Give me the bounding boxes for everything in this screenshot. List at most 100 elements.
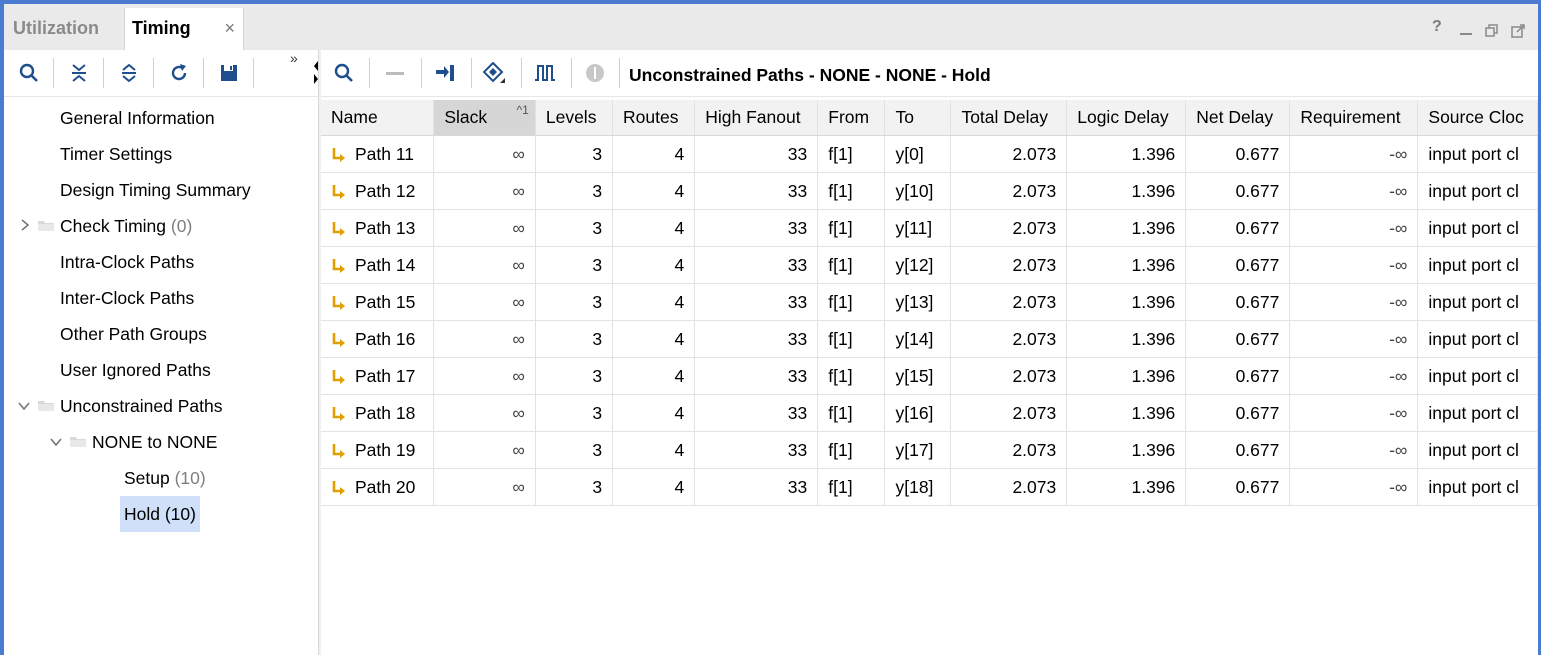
refresh-icon[interactable]: [164, 58, 194, 88]
cell-slack: ∞: [433, 394, 536, 432]
table-row[interactable]: Path 15 ∞ 3 4 33 f[1] y[13] 2.073 1.396 0.677 -∞ in…: [321, 283, 1538, 321]
cell-total-delay: 2.073: [950, 357, 1068, 395]
tree-item-user-ignored-paths[interactable]: User Ignored Paths: [60, 352, 211, 388]
table-row[interactable]: Path 13 ∞ 3 4 33 f[1] y[11] 2.073 1.396 0.677 -∞ in…: [321, 209, 1538, 247]
cell-logic-delay: 1.396: [1066, 468, 1187, 506]
tab-timing[interactable]: Timing ×: [124, 8, 244, 50]
tree-item-design-timing-summary[interactable]: Design Timing Summary: [60, 172, 251, 208]
column-header-source-clock[interactable]: Source Cloc: [1417, 100, 1538, 136]
column-header-requirement[interactable]: Requirement: [1289, 100, 1419, 136]
column-header-high-fanout[interactable]: High Fanout: [694, 100, 819, 136]
tree-item-intra-clock-paths[interactable]: Intra-Clock Paths: [60, 244, 194, 280]
cell-total-delay: 2.073: [950, 209, 1068, 247]
cell-high-fanout: 33: [694, 357, 819, 395]
cell-levels: 3: [535, 394, 614, 432]
cell-logic-delay: 1.396: [1066, 209, 1187, 247]
cell-net-delay: 0.677: [1185, 135, 1291, 173]
help-icon[interactable]: ?: [1432, 18, 1442, 36]
collapse-all-icon[interactable]: [64, 58, 94, 88]
tree-item-timer-settings[interactable]: Timer Settings: [60, 136, 172, 172]
cell-logic-delay: 1.396: [1066, 431, 1187, 469]
table-row[interactable]: Path 12 ∞ 3 4 33 f[1] y[10] 2.073 1.396 0.677 -∞ in…: [321, 172, 1538, 210]
stop-icon[interactable]: [580, 58, 610, 88]
table-row[interactable]: Path 20 ∞ 3 4 33 f[1] y[18] 2.073 1.396 0.677 -∞ in…: [321, 468, 1538, 506]
cell-levels: 3: [535, 468, 614, 506]
restore-icon[interactable]: [1485, 24, 1499, 43]
tree-item-general-information[interactable]: General Information: [60, 100, 215, 136]
waveform-icon[interactable]: [530, 58, 560, 88]
highlight-icon[interactable]: [480, 58, 510, 88]
column-header-from[interactable]: From: [817, 100, 886, 136]
column-header-total-delay[interactable]: Total Delay: [950, 100, 1068, 136]
tree-item-inter-clock-paths[interactable]: Inter-Clock Paths: [60, 280, 194, 316]
cell-net-delay: 0.677: [1185, 172, 1291, 210]
cell-slack: ∞: [433, 431, 536, 469]
cell-to: y[14]: [884, 320, 952, 358]
cell-slack: ∞: [433, 320, 536, 358]
cell-slack: ∞: [433, 357, 536, 395]
minimize-icon[interactable]: [1459, 22, 1473, 41]
cell-high-fanout: 33: [694, 172, 819, 210]
tree-item-label: Timer Settings: [60, 144, 173, 164]
chevron-down-icon[interactable]: [50, 424, 64, 460]
tree-item-none-to-none[interactable]: NONE to NONE: [92, 424, 217, 460]
tree-item-setup[interactable]: Setup (10): [124, 460, 206, 496]
expand-all-icon[interactable]: [114, 58, 144, 88]
table-row[interactable]: Path 17 ∞ 3 4 33 f[1] y[15] 2.073 1.396 0.677 -∞ in…: [321, 357, 1538, 395]
table-row[interactable]: Path 18 ∞ 3 4 33 f[1] y[16] 2.073 1.396 0.677 -∞ in…: [321, 394, 1538, 432]
cell-routes: 4: [612, 320, 696, 358]
close-tab-icon[interactable]: ×: [224, 8, 235, 48]
chevron-down-icon[interactable]: [18, 388, 32, 424]
minus-icon[interactable]: [380, 58, 410, 88]
cell-high-fanout: 33: [694, 246, 819, 284]
cell-logic-delay: 1.396: [1066, 283, 1187, 321]
column-header-to[interactable]: To: [884, 100, 952, 136]
goto-source-icon[interactable]: [430, 58, 460, 88]
timing-path-icon: [332, 480, 345, 495]
table-header-row: Name Slack ^1 Levels Routes High Fanout F…: [321, 100, 1538, 136]
column-header-label: Slack: [444, 107, 488, 127]
float-window-icon[interactable]: [1511, 24, 1525, 43]
cell-high-fanout: 33: [694, 320, 819, 358]
cell-requirement: -∞: [1289, 468, 1419, 506]
column-header-name[interactable]: Name: [321, 100, 435, 136]
search-icon[interactable]: [329, 58, 359, 88]
tree-item-check-timing[interactable]: Check Timing (0): [60, 208, 192, 244]
cell-routes: 4: [612, 172, 696, 210]
tree-item-hold[interactable]: Hold (10): [120, 496, 200, 532]
cell-levels: 3: [535, 357, 614, 395]
toolbar-overflow-icon[interactable]: »: [290, 50, 298, 66]
cell-to: y[12]: [884, 246, 952, 284]
column-header-routes[interactable]: Routes: [612, 100, 696, 136]
column-header-slack[interactable]: Slack ^1: [433, 100, 536, 136]
cell-routes: 4: [612, 468, 696, 506]
column-header-logic-delay[interactable]: Logic Delay: [1066, 100, 1187, 136]
paths-table-container: Name Slack ^1 Levels Routes High Fanout F…: [321, 100, 1538, 506]
table-row[interactable]: Path 14 ∞ 3 4 33 f[1] y[12] 2.073 1.396 0.677 -∞ in…: [321, 246, 1538, 284]
path-name: Path 17: [355, 365, 416, 386]
tree-item-other-path-groups[interactable]: Other Path Groups: [60, 316, 207, 352]
cell-net-delay: 0.677: [1185, 209, 1291, 247]
tree-item-unconstrained-paths[interactable]: Unconstrained Paths: [60, 388, 222, 424]
table-row[interactable]: Path 19 ∞ 3 4 33 f[1] y[17] 2.073 1.396 0.677 -∞ in…: [321, 431, 1538, 469]
tab-utilization[interactable]: Utilization: [8, 8, 123, 50]
table-row[interactable]: Path 11 ∞ 3 4 33 f[1] y[0] 2.073 1.396 0.677 -∞ inp…: [321, 135, 1538, 173]
column-header-levels[interactable]: Levels: [535, 100, 614, 136]
column-header-net-delay[interactable]: Net Delay: [1185, 100, 1291, 136]
cell-logic-delay: 1.396: [1066, 246, 1187, 284]
cell-name: Path 16: [321, 320, 435, 358]
path-name: Path 19: [355, 439, 416, 460]
table-row[interactable]: Path 16 ∞ 3 4 33 f[1] y[14] 2.073 1.396 0.677 -∞ in…: [321, 320, 1538, 358]
chevron-right-icon[interactable]: [20, 208, 34, 244]
tab-label: Timing: [132, 18, 191, 38]
tree-item-label: General Information: [60, 108, 215, 128]
search-icon[interactable]: [14, 58, 44, 88]
cell-total-delay: 2.073: [950, 320, 1068, 358]
path-name: Path 14: [355, 254, 416, 275]
cell-source-clock: input port cl: [1417, 172, 1538, 210]
cell-name: Path 17: [321, 357, 435, 395]
cell-from: f[1]: [817, 468, 886, 506]
path-name: Path 20: [355, 476, 416, 497]
save-icon[interactable]: [214, 58, 244, 88]
cell-levels: 3: [535, 172, 614, 210]
